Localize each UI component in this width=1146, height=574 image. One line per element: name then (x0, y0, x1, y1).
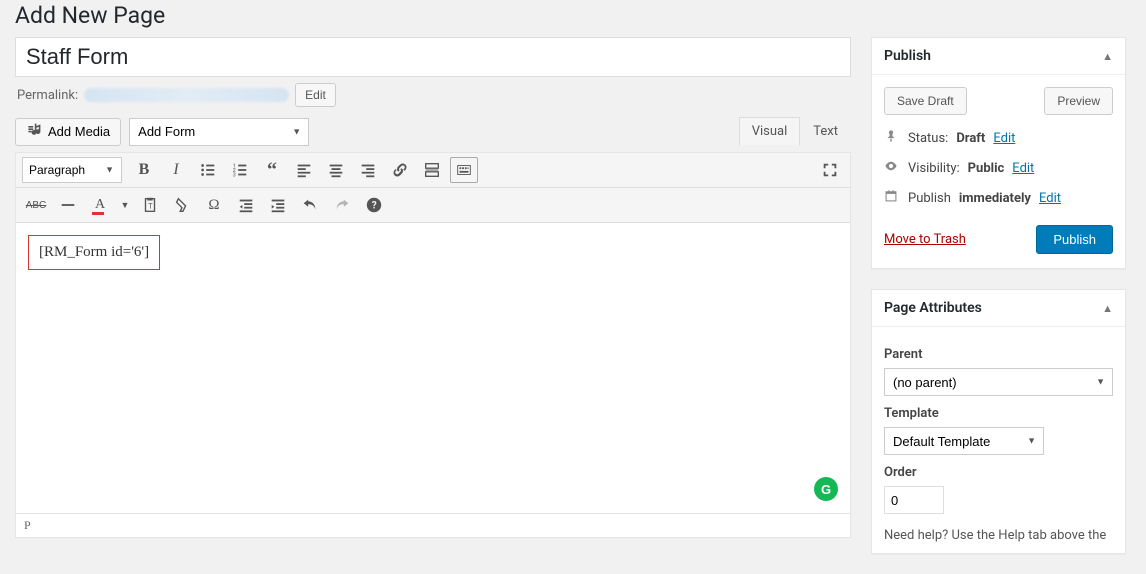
paste-text-button[interactable]: T (136, 192, 164, 218)
publish-metabox: Publish ▲ Save Draft Preview Status: Dra… (871, 37, 1126, 269)
preview-button[interactable]: Preview (1044, 87, 1113, 115)
redo-button[interactable] (328, 192, 356, 218)
editor-content[interactable]: [RM_Form id='6'] (16, 223, 850, 513)
visibility-value: Public (968, 161, 1005, 176)
align-center-button[interactable] (322, 157, 350, 183)
text-color-button[interactable]: A (86, 192, 114, 218)
save-draft-button[interactable]: Save Draft (884, 87, 967, 115)
order-label: Order (884, 465, 1113, 480)
status-edit-link[interactable]: Edit (993, 131, 1015, 146)
svg-text:?: ? (372, 201, 377, 212)
calendar-icon (884, 189, 900, 207)
shortcode-text: [RM_Form id='6'] (28, 235, 160, 270)
schedule-value: immediately (959, 191, 1031, 206)
page-attributes-header[interactable]: Page Attributes ▲ (872, 290, 1125, 327)
page-attributes-title: Page Attributes (884, 300, 982, 316)
permalink-edit-button[interactable]: Edit (295, 83, 336, 107)
keyboard-toggle-button[interactable] (450, 157, 478, 183)
move-to-trash-link[interactable]: Move to Trash (884, 232, 966, 247)
bold-button[interactable]: B (130, 157, 158, 183)
format-select[interactable]: Paragraph (22, 157, 122, 183)
special-character-button[interactable]: Ω (200, 192, 228, 218)
outdent-button[interactable] (232, 192, 260, 218)
text-color-dropdown-icon[interactable]: ▼ (118, 192, 132, 218)
editor-container: Paragraph B I 123 “ (15, 152, 851, 538)
align-left-button[interactable] (290, 157, 318, 183)
collapse-icon: ▲ (1102, 50, 1113, 63)
order-input[interactable] (884, 486, 944, 514)
page-attributes-metabox: Page Attributes ▲ Parent (no parent) Tem… (871, 289, 1126, 554)
publish-title: Publish (884, 48, 931, 64)
page-heading: Add New Page (15, 0, 1126, 37)
tab-visual[interactable]: Visual (739, 117, 801, 146)
tab-text[interactable]: Text (800, 117, 851, 146)
help-button[interactable]: ? (360, 192, 388, 218)
status-label: Status: (908, 131, 948, 146)
indent-button[interactable] (264, 192, 292, 218)
help-text: Need help? Use the Help tab above the (884, 528, 1113, 543)
page-title-input[interactable] (15, 37, 851, 77)
editor-status-path: P (16, 513, 850, 537)
strikethrough-button[interactable]: ABC (22, 192, 50, 218)
bullet-list-button[interactable] (194, 157, 222, 183)
add-form-select[interactable]: Add Form (129, 118, 309, 146)
pin-icon (884, 129, 900, 147)
template-select[interactable]: Default Template (884, 427, 1044, 455)
italic-button[interactable]: I (162, 157, 190, 183)
svg-text:3: 3 (233, 172, 236, 178)
visibility-edit-link[interactable]: Edit (1012, 161, 1034, 176)
collapse-icon: ▲ (1102, 302, 1113, 315)
publish-metabox-header[interactable]: Publish ▲ (872, 38, 1125, 75)
camera-music-icon (26, 122, 42, 141)
svg-text:T: T (148, 202, 153, 211)
permalink-label: Permalink: (17, 88, 78, 103)
eye-icon (884, 159, 900, 177)
horizontal-rule-button[interactable] (54, 192, 82, 218)
grammarly-icon[interactable] (814, 477, 838, 501)
fullscreen-button[interactable] (816, 157, 844, 183)
add-media-label: Add Media (48, 124, 110, 139)
schedule-edit-link[interactable]: Edit (1039, 191, 1061, 206)
undo-button[interactable] (296, 192, 324, 218)
numbered-list-button[interactable]: 123 (226, 157, 254, 183)
schedule-label: Publish (908, 191, 951, 206)
template-label: Template (884, 406, 1113, 421)
blockquote-button[interactable]: “ (258, 157, 286, 183)
align-right-button[interactable] (354, 157, 382, 183)
permalink-url-blurred (84, 88, 289, 102)
status-value: Draft (956, 131, 985, 146)
read-more-button[interactable] (418, 157, 446, 183)
clear-formatting-button[interactable] (168, 192, 196, 218)
parent-label: Parent (884, 347, 1113, 362)
link-button[interactable] (386, 157, 414, 183)
parent-select[interactable]: (no parent) (884, 368, 1113, 396)
publish-button[interactable]: Publish (1036, 225, 1113, 254)
add-media-button[interactable]: Add Media (15, 118, 121, 146)
visibility-label: Visibility: (908, 161, 960, 176)
